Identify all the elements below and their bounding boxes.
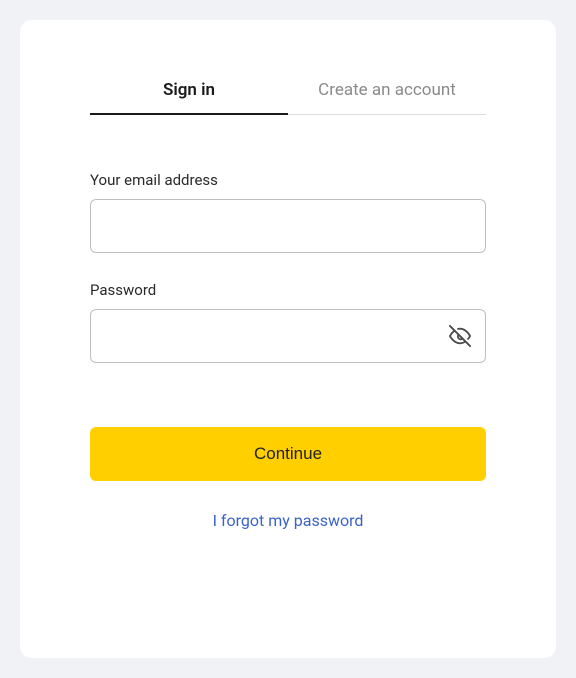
continue-button[interactable]: Continue xyxy=(90,427,486,481)
forgot-password-label: I forgot my password xyxy=(213,511,364,530)
password-label: Password xyxy=(90,281,486,299)
email-input[interactable] xyxy=(90,199,486,253)
password-field-group: Password xyxy=(90,281,486,363)
signin-card: Sign in Create an account Your email add… xyxy=(20,20,556,658)
auth-tabs: Sign in Create an account xyxy=(90,80,486,115)
email-field-group: Your email address xyxy=(90,171,486,253)
tab-signin[interactable]: Sign in xyxy=(90,80,288,114)
toggle-password-visibility-icon[interactable] xyxy=(448,324,472,348)
continue-button-label: Continue xyxy=(254,444,322,463)
tab-create-account[interactable]: Create an account xyxy=(288,80,486,114)
forgot-password-link[interactable]: I forgot my password xyxy=(90,511,486,530)
password-input-wrapper xyxy=(90,309,486,363)
email-label: Your email address xyxy=(90,171,486,189)
password-input[interactable] xyxy=(90,309,486,363)
tab-signin-label: Sign in xyxy=(163,80,215,100)
tab-create-account-label: Create an account xyxy=(318,80,456,100)
